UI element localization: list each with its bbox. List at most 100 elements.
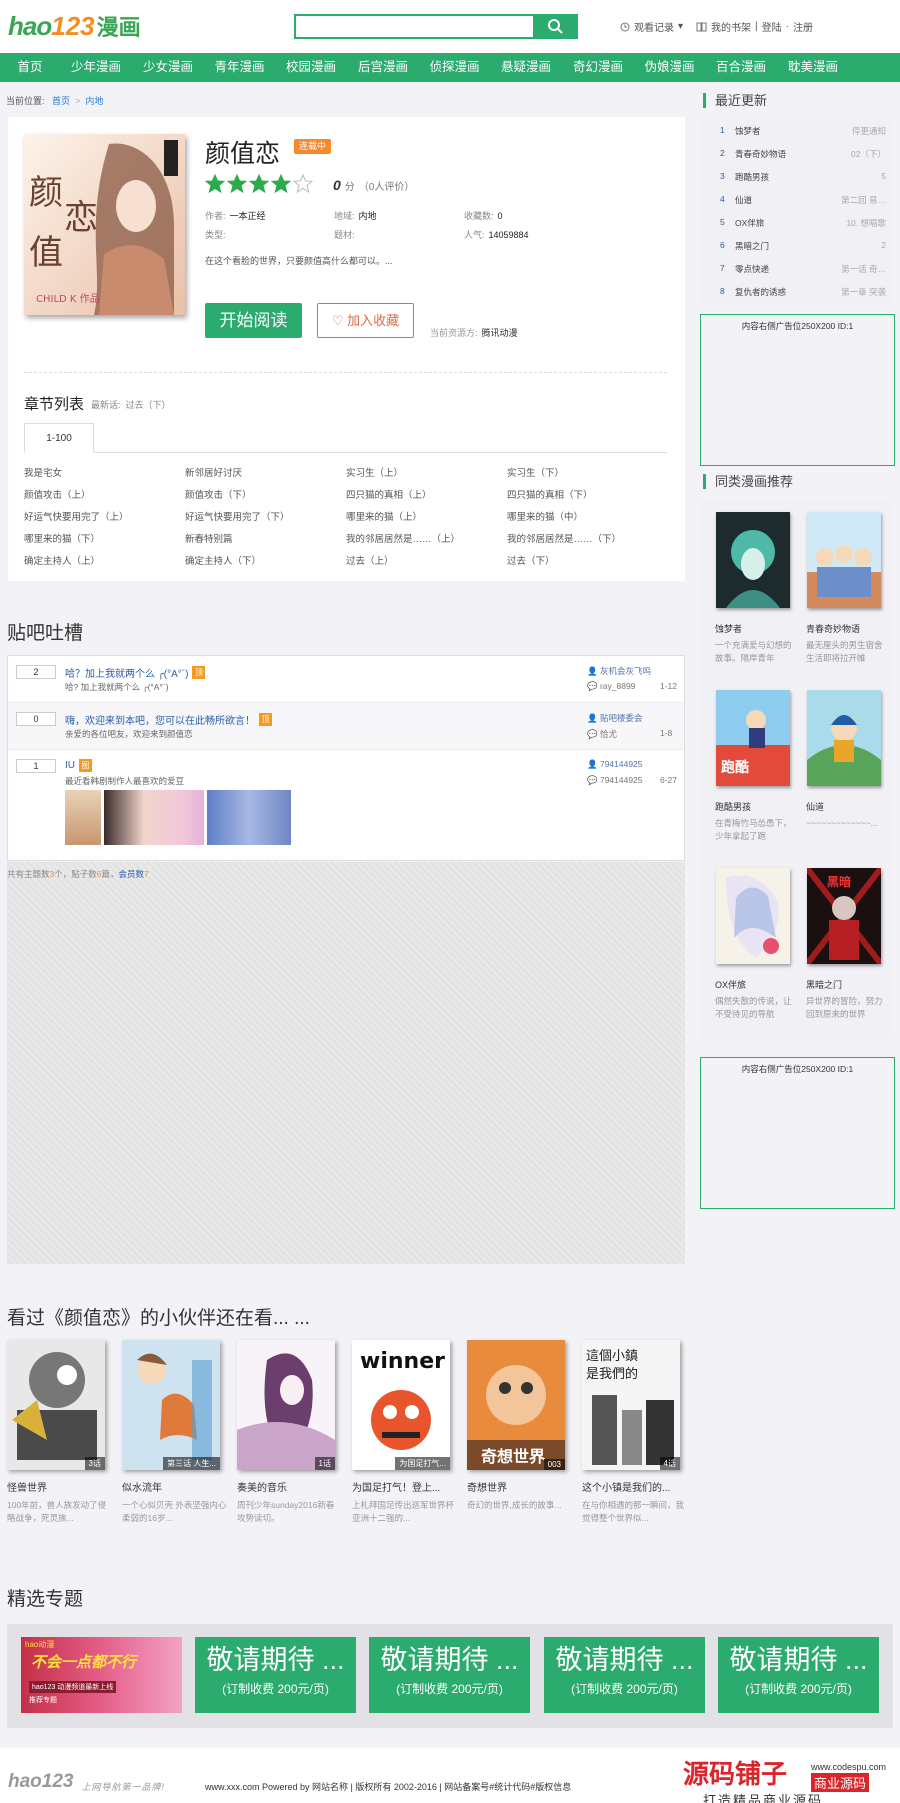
post-last-reply[interactable]: 💬 794144925 — [587, 775, 643, 786]
star-filled-icon[interactable] — [248, 173, 270, 197]
nav-item-bl[interactable]: 耽美漫画 — [777, 53, 849, 82]
chapter-link[interactable]: 实习生（上） — [346, 465, 507, 479]
chapter-link[interactable]: 我的邻居居然是……（上） — [346, 531, 507, 545]
star-filled-icon[interactable] — [226, 173, 248, 197]
recent-updates-list: 1 蚀梦者 停更通知 2 青春奇妙物语 02（下） 3 跑酷男孩 5 4 仙道 第二回 易… 5 OX伴旅… — [700, 118, 894, 304]
tab-chapters-1-100[interactable]: 1-100 — [24, 423, 94, 453]
forum-post[interactable]: 2 哈？加上我就两个么 ╭(°A°`) 顶 哈? 加上我就两个么 ╭(°A°`) … — [8, 656, 684, 703]
topics-strip: hao动漫 不会一点都不行 hao123 动漫频道最新上线 推荐专题 敬请期待 … — [7, 1624, 893, 1728]
similar-item[interactable]: 仙道 ~~~~~~~~~~~~~... — [806, 690, 886, 843]
chapter-link[interactable]: 过去（上） — [346, 553, 507, 567]
similar-item[interactable]: OX伴旅 偶然失散的传说，让不受待见的导航 — [715, 868, 795, 1021]
chapter-link[interactable]: 新春特别篇 — [185, 531, 346, 545]
recent-item[interactable]: 4 仙道 第二回 易… — [700, 187, 894, 210]
shelf-link[interactable]: 我的书架 — [711, 19, 751, 34]
register-link[interactable]: 注册 — [793, 19, 813, 34]
chapter-link[interactable]: 过去（下） — [507, 553, 668, 567]
nav-item-home[interactable]: 首页 — [0, 53, 60, 82]
nav-item-school[interactable]: 校园漫画 — [275, 53, 347, 82]
also-item[interactable]: 這個小鎮 是我們的 4话 这个小镇是我们的... 在与你相遇的那一瞬间，我觉得整个世… — [582, 1340, 687, 1525]
ad-slot[interactable]: 内容右侧广告位250X200 ID:1 — [700, 1057, 895, 1209]
post-last-reply[interactable]: 💬 恰尤 — [587, 728, 617, 740]
chapter-link[interactable]: 四只猫的真相（上） — [346, 487, 507, 501]
forum-post[interactable]: 1 IU 图 最近看韩剧制作人最喜欢的爱豆 👤 794144925 💬 79414… — [8, 750, 684, 860]
similar-cover — [807, 690, 881, 786]
recent-item[interactable]: 6 黑暗之门 2 — [700, 233, 894, 256]
post-image-thumb[interactable] — [104, 790, 204, 845]
add-favorite-button[interactable]: ♡ 加入收藏 — [317, 303, 414, 338]
chapter-link[interactable]: 颜值攻击（下） — [185, 487, 346, 501]
search-button[interactable] — [533, 14, 577, 39]
chapter-link[interactable]: 好运气快要用完了（下） — [185, 509, 346, 523]
star-empty-icon[interactable] — [292, 173, 314, 197]
similar-item[interactable]: 蚀梦者 一个充满爱与幻想的故事。隔岸青年 — [715, 512, 795, 665]
recent-item[interactable]: 8 复仇者的诱惑 第一章 突袭 — [700, 279, 894, 302]
history-link[interactable]: 观看记录 ▾ — [620, 19, 683, 34]
nav-item-harem[interactable]: 后宫漫画 — [347, 53, 419, 82]
star-filled-icon[interactable] — [204, 173, 226, 197]
ad-slot[interactable]: 内容右侧广告位250X200 ID:1 — [700, 314, 895, 466]
also-item[interactable]: 3话 怪兽世界 100年前，兽人族发动了侵略战争，死灵族... — [7, 1340, 112, 1525]
start-reading-button[interactable]: 开始阅读 — [205, 303, 302, 338]
post-title[interactable]: IU 图 — [65, 759, 92, 772]
post-title[interactable]: 哈？加上我就两个么 ╭(°A°`) 顶 — [65, 665, 206, 680]
post-image-thumb[interactable] — [207, 790, 291, 845]
similar-item[interactable]: 黑暗 黑暗之门 异世界的冒险，努力回到原来的世界 — [806, 868, 886, 1021]
chapter-link[interactable]: 确定主持人（下） — [185, 553, 346, 567]
recent-item[interactable]: 1 蚀梦者 停更通知 — [700, 118, 894, 141]
chapter-link[interactable]: 四只猫的真相（下） — [507, 487, 668, 501]
latest-chapter-link[interactable]: 过去（下） — [126, 400, 171, 410]
stat-members-link[interactable]: 会员数 — [119, 869, 145, 879]
post-author[interactable]: 👤 灰机会灰飞呜 — [587, 665, 651, 677]
recent-chapter: 5 — [881, 171, 886, 181]
post-author[interactable]: 👤 794144925 — [587, 759, 643, 770]
chapter-link[interactable]: 好运气快要用完了（上） — [24, 509, 185, 523]
topic-placeholder[interactable]: 敬请期待 ... (订制收费 200元/页) — [195, 1637, 356, 1713]
chapter-link[interactable]: 新邻居好讨厌 — [185, 465, 346, 479]
star-filled-icon[interactable] — [270, 173, 292, 197]
also-item[interactable]: winner 为国足打气... 为国足打气！登上... 上札拜国足传出巡军世界杯亚… — [352, 1340, 457, 1525]
chapter-link[interactable]: 我的邻居居然是……（下） — [507, 531, 668, 545]
also-item[interactable]: 奇想世界 003 奇想世界 奇幻的世界,成长的故事... — [467, 1340, 572, 1525]
watermark-title: 源码铺子 — [683, 1759, 788, 1789]
recent-item[interactable]: 2 青春奇妙物语 02（下） — [700, 141, 894, 164]
chapter-link[interactable]: 确定主持人（上） — [24, 553, 185, 567]
nav-item-shonen[interactable]: 少年漫画 — [60, 53, 132, 82]
chapter-link[interactable]: 哪里来的猫（下） — [24, 531, 185, 545]
nav-item-mystery[interactable]: 悬疑漫画 — [490, 53, 562, 82]
also-item[interactable]: 1话 奏美的音乐 周刊少年sunday2016新春攻势读切。 — [237, 1340, 342, 1525]
similar-item[interactable]: 青春奇妙物语 最无厘头的男生宿舍生活即将拉开帷 — [806, 512, 886, 665]
topic-banner[interactable]: hao动漫 不会一点都不行 hao123 动漫频道最新上线 推荐专题 — [21, 1637, 182, 1713]
login-link[interactable]: 登陆 — [762, 19, 782, 34]
nav-item-otokonoko[interactable]: 伪娘漫画 — [634, 53, 705, 82]
topic-placeholder[interactable]: 敬请期待 ... (订制收费 200元/页) — [718, 1637, 879, 1713]
nav-item-seinen[interactable]: 青年漫画 — [204, 53, 275, 82]
chapter-link[interactable]: 我是宅女 — [24, 465, 185, 479]
chapter-link[interactable]: 哪里来的猫（上） — [346, 509, 507, 523]
recent-item[interactable]: 3 跑酷男孩 5 — [700, 164, 894, 187]
topic-placeholder[interactable]: 敬请期待 ... (订制收费 200元/页) — [369, 1637, 530, 1713]
chapter-link[interactable]: 实习生（下） — [507, 465, 668, 479]
rating-stars[interactable] — [204, 173, 314, 197]
nav-item-detective[interactable]: 侦探漫画 — [419, 53, 490, 82]
similar-item[interactable]: 跑酷 跑酷男孩 在青梅竹马怂恿下，少年拿起了跑 — [715, 690, 795, 843]
nav-item-yuri[interactable]: 百合漫画 — [705, 53, 777, 82]
nav-item-fantasy[interactable]: 奇幻漫画 — [562, 53, 634, 82]
nav-item-shojo[interactable]: 少女漫画 — [132, 53, 204, 82]
forum-post[interactable]: 0 嗨，欢迎来到本吧，您可以在此畅所欲言！ 顶 亲爱的各位吧友，欢迎来到颜值恋 👤… — [8, 703, 684, 750]
post-last-reply[interactable]: 💬 ray_8899 — [587, 681, 635, 692]
also-item[interactable]: 第三话 人生... 似水流年 一个心似贝壳 外表坚强内心柔弱的16岁... — [122, 1340, 227, 1525]
recent-item[interactable]: 5 OX伴旅 10. 想唱歌 — [700, 210, 894, 233]
chapter-link[interactable]: 颜值攻击（上） — [24, 487, 185, 501]
recent-item[interactable]: 7 零点快递 第一话 奇… — [700, 256, 894, 279]
post-author[interactable]: 👤 贴吧楼委会 — [587, 712, 642, 724]
chapter-link[interactable]: 哪里来的猫（中） — [507, 509, 668, 523]
breadcrumb-home[interactable]: 首页 — [52, 96, 70, 106]
comic-cover[interactable]: 颜 恋 值 CHILD K 作品 — [24, 134, 185, 315]
site-logo[interactable]: hao 123 漫画 — [8, 10, 141, 42]
topic-placeholder[interactable]: 敬请期待 ... (订制收费 200元/页) — [544, 1637, 705, 1713]
post-image-thumb[interactable] — [65, 790, 101, 845]
breadcrumb-category[interactable]: 内地 — [85, 96, 103, 106]
post-title[interactable]: 嗨，欢迎来到本吧，您可以在此畅所欲言！ 顶 — [65, 712, 272, 727]
forum-stats: 共有主题数3个，贴子数6篇，会员数7 — [7, 868, 149, 880]
